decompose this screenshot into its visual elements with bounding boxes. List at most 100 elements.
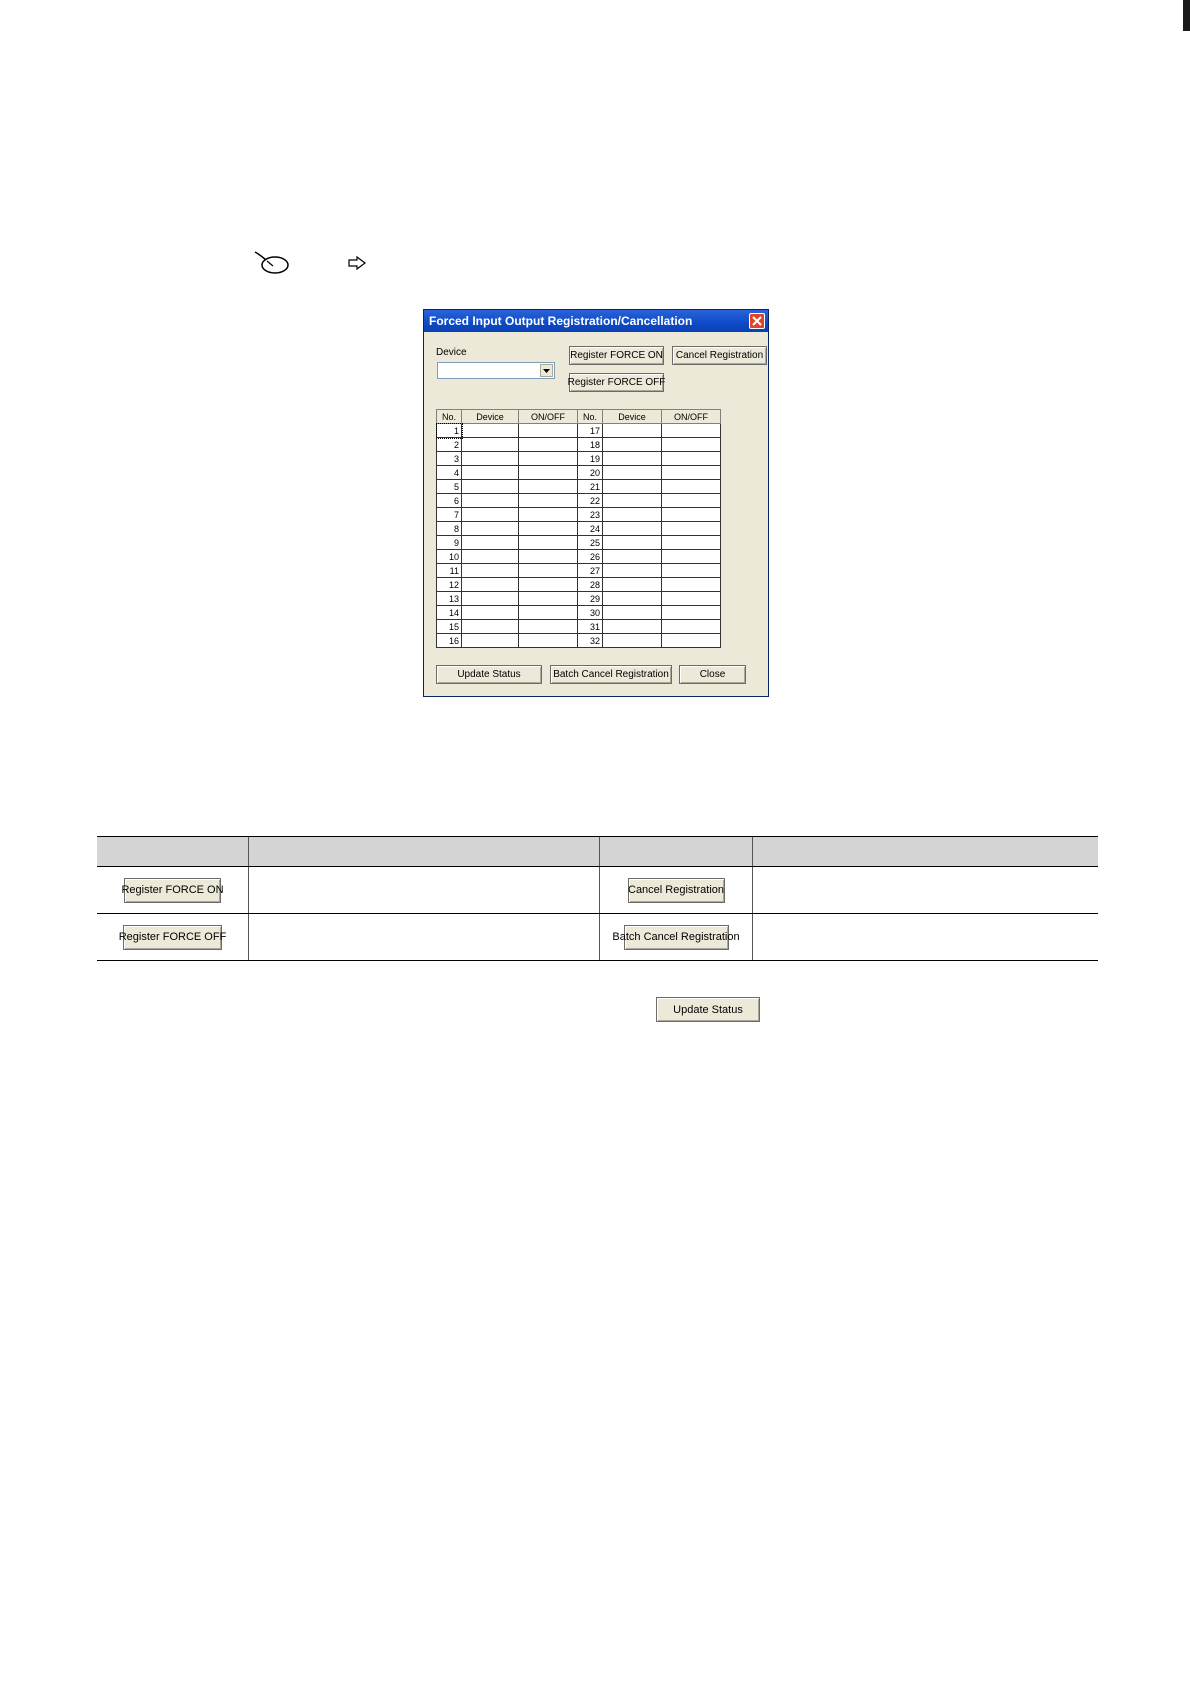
device-cell[interactable] [461, 437, 519, 452]
col-header-onoff: ON/OFF [661, 409, 721, 424]
table-row: 4 20 [436, 465, 721, 480]
row-number: 16 [436, 633, 462, 648]
onoff-cell[interactable] [518, 423, 578, 438]
onoff-cell[interactable] [661, 521, 721, 536]
device-cell[interactable] [602, 479, 662, 494]
row-number: 12 [436, 577, 462, 592]
chevron-down-icon[interactable] [540, 364, 553, 377]
cancel-registration-button[interactable]: Cancel Registration [672, 346, 767, 365]
device-cell[interactable] [461, 465, 519, 480]
device-cell[interactable] [602, 633, 662, 648]
table-row: Register FORCE ON Cancel Registration [97, 866, 1098, 914]
device-cell[interactable] [602, 619, 662, 634]
device-cell[interactable] [461, 633, 519, 648]
device-cell[interactable] [461, 591, 519, 606]
device-cell[interactable] [602, 591, 662, 606]
onoff-cell[interactable] [518, 633, 578, 648]
device-cell[interactable] [461, 605, 519, 620]
close-icon[interactable] [749, 313, 765, 329]
device-cell[interactable] [461, 619, 519, 634]
device-cell[interactable] [461, 535, 519, 550]
onoff-cell[interactable] [661, 479, 721, 494]
row-number: 28 [577, 577, 603, 592]
onoff-cell[interactable] [518, 437, 578, 452]
update-status-image: Update Status [656, 997, 760, 1022]
onoff-cell[interactable] [518, 493, 578, 508]
description-cell [752, 913, 1098, 961]
device-cell[interactable] [602, 423, 662, 438]
onoff-cell[interactable] [661, 549, 721, 564]
device-combobox[interactable] [437, 362, 555, 379]
onoff-cell[interactable] [661, 507, 721, 522]
device-cell[interactable] [602, 507, 662, 522]
onoff-cell[interactable] [518, 605, 578, 620]
row-number: 23 [577, 507, 603, 522]
onoff-cell[interactable] [661, 591, 721, 606]
device-cell[interactable] [602, 535, 662, 550]
row-number: 32 [577, 633, 603, 648]
device-cell[interactable] [602, 577, 662, 592]
device-cell[interactable] [602, 451, 662, 466]
table-row: 2 18 [436, 437, 721, 452]
onoff-cell[interactable] [661, 563, 721, 578]
table-row: 12 28 [436, 577, 721, 592]
page-edge-marker [1183, 0, 1190, 31]
device-cell[interactable] [602, 605, 662, 620]
onoff-cell[interactable] [518, 521, 578, 536]
device-cell[interactable] [602, 437, 662, 452]
device-cell[interactable] [461, 563, 519, 578]
onoff-cell[interactable] [518, 479, 578, 494]
device-cell[interactable] [461, 451, 519, 466]
onoff-cell[interactable] [518, 465, 578, 480]
onoff-cell[interactable] [518, 591, 578, 606]
device-cell[interactable] [602, 521, 662, 536]
onoff-cell[interactable] [518, 619, 578, 634]
device-cell[interactable] [461, 493, 519, 508]
device-cell[interactable] [461, 549, 519, 564]
row-number: 13 [436, 591, 462, 606]
onoff-cell[interactable] [518, 549, 578, 564]
col-header-device: Device [461, 409, 519, 424]
col-header-no: No. [577, 409, 603, 424]
batch-cancel-registration-image: Batch Cancel Registration [612, 924, 740, 950]
onoff-cell[interactable] [661, 633, 721, 648]
batch-cancel-registration-button[interactable]: Batch Cancel Registration [550, 665, 672, 684]
onoff-cell[interactable] [518, 563, 578, 578]
close-button[interactable]: Close [679, 665, 746, 684]
device-cell[interactable] [461, 577, 519, 592]
row-number: 27 [577, 563, 603, 578]
onoff-cell[interactable] [518, 507, 578, 522]
onoff-cell[interactable] [661, 493, 721, 508]
row-number: 1 [435, 422, 463, 439]
device-cell[interactable] [461, 507, 519, 522]
onoff-cell[interactable] [661, 577, 721, 592]
onoff-cell[interactable] [661, 619, 721, 634]
device-cell[interactable] [461, 479, 519, 494]
device-cell[interactable] [461, 423, 519, 438]
onoff-cell[interactable] [661, 465, 721, 480]
row-number: 5 [436, 479, 462, 494]
register-force-off-button[interactable]: Register FORCE OFF [568, 373, 665, 392]
header-cell [248, 836, 600, 867]
device-cell[interactable] [602, 465, 662, 480]
device-cell[interactable] [602, 549, 662, 564]
register-force-on-button[interactable]: Register FORCE ON [569, 346, 664, 365]
device-cell[interactable] [461, 521, 519, 536]
onoff-cell[interactable] [661, 423, 721, 438]
table-row: 8 24 [436, 521, 721, 536]
onoff-cell[interactable] [661, 535, 721, 550]
device-cell[interactable] [602, 493, 662, 508]
row-number: 19 [577, 451, 603, 466]
col-header-no: No. [436, 409, 462, 424]
onoff-cell[interactable] [518, 451, 578, 466]
row-number: 8 [436, 521, 462, 536]
onoff-cell[interactable] [661, 605, 721, 620]
onoff-cell[interactable] [661, 451, 721, 466]
onoff-cell[interactable] [518, 535, 578, 550]
onoff-cell[interactable] [518, 577, 578, 592]
update-status-button[interactable]: Update Status [436, 665, 542, 684]
onoff-cell[interactable] [661, 437, 721, 452]
table-row: 15 31 [436, 619, 721, 634]
registration-grid: No. Device ON/OFF No. Device ON/OFF 1 17 2… [435, 409, 721, 648]
device-cell[interactable] [602, 563, 662, 578]
